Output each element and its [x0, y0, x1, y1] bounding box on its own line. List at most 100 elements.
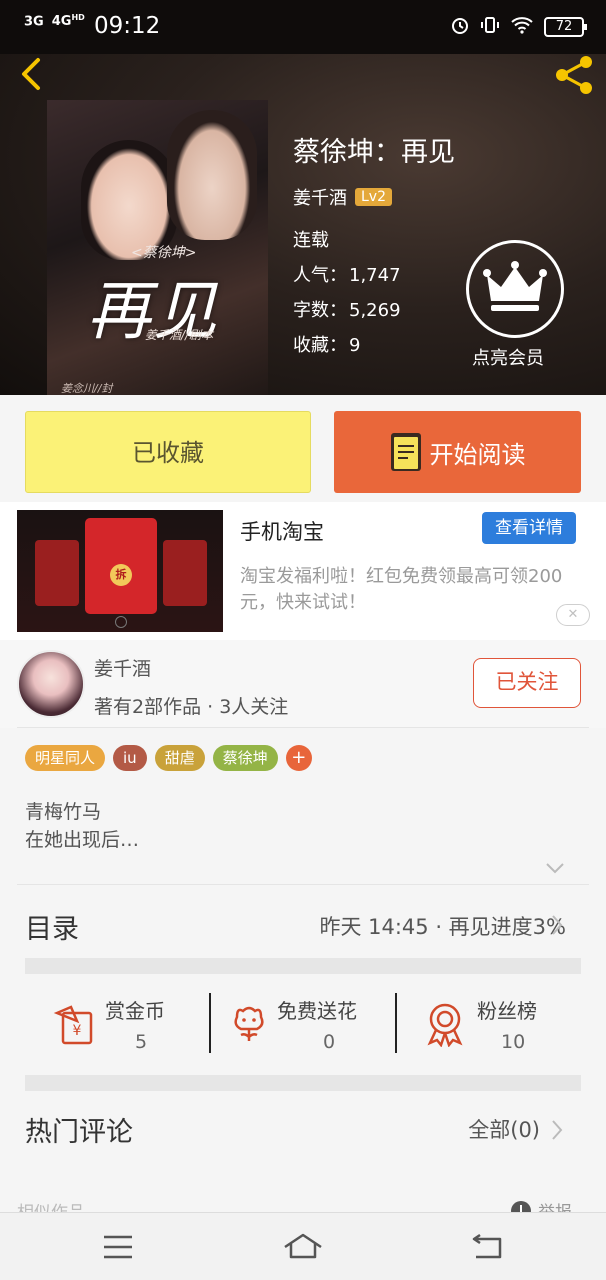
ad-open-badge: 拆 — [110, 564, 132, 586]
book-title: 蔡徐坤：再见 — [293, 137, 455, 168]
follow-button[interactable]: 已关注 — [473, 658, 581, 708]
reward-coins-label: 赏金币 — [105, 999, 165, 1023]
share-icon — [556, 56, 592, 94]
clock: 09:12 — [94, 13, 161, 39]
network-indicator: 3G 4GHD — [24, 13, 85, 29]
network-4g-label: 4G — [51, 14, 72, 30]
avatar[interactable] — [17, 650, 85, 718]
battery-indicator: 72 — [544, 17, 587, 37]
vip-button[interactable] — [466, 240, 564, 338]
wifi-icon — [510, 15, 534, 39]
book-author[interactable]: 姜千酒 — [293, 184, 347, 210]
network-hd-label: HD — [71, 13, 85, 22]
word-count-label: 字数： — [293, 300, 347, 321]
start-reading-button[interactable]: 开始阅读 — [334, 411, 581, 493]
reward-coins-button[interactable]: ¥ 赏金币 5 — [25, 987, 210, 1057]
svg-text:¥: ¥ — [73, 1023, 82, 1039]
section-separator — [25, 958, 581, 974]
author-stats: 著有2部作品 · 3人关注 — [94, 696, 289, 718]
back-arrow-icon — [22, 58, 40, 90]
home-button[interactable] — [281, 1229, 325, 1265]
system-nav-bar — [0, 1212, 606, 1280]
expand-intro-button[interactable] — [545, 860, 565, 879]
fan-ranking-label: 粉丝榜 — [477, 999, 537, 1023]
popularity-stat: 人气： 1,747 — [293, 261, 401, 287]
word-count-stat: 字数： 5,269 — [293, 296, 401, 322]
chevron-right-icon — [552, 915, 563, 935]
book-author-row: 姜千酒 Lv2 — [293, 184, 392, 210]
popularity-value: 1,747 — [349, 265, 401, 286]
cover-figure-2 — [167, 110, 257, 240]
intro-line: 青梅竹马 — [25, 801, 102, 823]
vibrate-icon — [480, 15, 500, 39]
author-card[interactable]: 姜千酒 著有2部作品 · 3人关注 已关注 — [0, 640, 606, 728]
book-intro[interactable]: 青梅竹马 在她出现后… — [25, 798, 139, 854]
hot-comments-title: 热门评论 — [25, 1117, 133, 1148]
status-bar: 3G 4GHD 09:12 72 — [0, 0, 606, 54]
fan-ranking-value: 10 — [501, 1031, 526, 1053]
ad-card-left — [35, 540, 79, 606]
cover-credit-2: 姜念川//封 — [61, 382, 113, 395]
table-of-contents-row[interactable]: 目录 昨天 14:45 · 再见进度3% — [0, 895, 606, 957]
book-header: 3G 4GHD 09:12 72 <蔡徐坤> 再见 姜千酒//剧本 姜念川//封… — [0, 0, 606, 395]
intro-line: 在她出现后… — [25, 829, 140, 851]
status-icons: 72 — [450, 15, 587, 39]
flower-icon — [234, 1006, 264, 1041]
network-3g-label: 3G — [24, 14, 44, 30]
favorites-label: 收藏： — [293, 335, 347, 356]
ad-image-close-icon — [115, 616, 127, 628]
ad-card-right — [163, 540, 207, 606]
ad-banner[interactable]: 拆 手机淘宝 查看详情 淘宝发福利啦！红包免费领最高可领200元，快来试试！ ✕ — [0, 502, 606, 640]
coin-envelope-icon: ¥ — [53, 1005, 93, 1045]
popularity-label: 人气： — [293, 265, 347, 286]
send-flower-value: 0 — [323, 1031, 336, 1053]
menu-icon — [104, 1235, 132, 1259]
toc-title: 目录 — [25, 914, 79, 945]
ad-image[interactable]: 拆 — [17, 510, 223, 632]
ad-description: 淘宝发福利啦！红包免费领最高可领200元，快来试试！ — [240, 566, 563, 613]
home-icon — [284, 1233, 322, 1259]
reward-coins-value: 5 — [135, 1031, 148, 1053]
add-tag-button[interactable]: + — [285, 745, 312, 771]
medal-icon — [427, 1003, 463, 1047]
chevron-down-icon — [546, 863, 564, 874]
rewards-bar: ¥ 赏金币 5 免费送花 0 粉丝榜 10 — [25, 987, 581, 1063]
chevron-right-icon — [552, 1120, 563, 1140]
author-name: 姜千酒 — [94, 658, 152, 680]
send-flower-button[interactable]: 免费送花 0 — [211, 987, 396, 1057]
send-flower-label: 免费送花 — [277, 999, 357, 1023]
menu-button[interactable] — [96, 1229, 140, 1265]
favorited-button[interactable]: 已收藏 — [25, 411, 311, 493]
favorites-value: 9 — [349, 335, 361, 356]
tag-item[interactable]: 明星同人 — [25, 745, 106, 771]
favorites-stat: 收藏： 9 — [293, 331, 360, 357]
ad-close-button[interactable]: ✕ — [556, 604, 590, 626]
alarm-icon — [450, 15, 470, 39]
cover-credit: 姜千酒//剧本 — [145, 328, 214, 342]
toc-meta: 昨天 14:45 · 再见进度3% — [319, 915, 566, 939]
divider — [17, 727, 589, 728]
start-reading-label: 开始阅读 — [429, 440, 526, 469]
book-status: 连载 — [293, 230, 329, 251]
back-button[interactable] — [14, 56, 50, 92]
ad-detail-button[interactable]: 查看详情 — [482, 512, 576, 544]
author-level-badge: Lv2 — [355, 188, 392, 206]
tag-list: 明星同人 iu 甜虐 蔡徐坤 + — [25, 745, 312, 771]
book-cover[interactable]: <蔡徐坤> 再见 姜千酒//剧本 姜念川//封 — [47, 100, 268, 395]
hot-comments-row[interactable]: 热门评论 全部(0) — [0, 1100, 606, 1160]
ad-title: 手机淘宝 — [240, 520, 324, 544]
word-count-value: 5,269 — [349, 300, 401, 321]
tag-item[interactable]: iu — [113, 745, 147, 771]
vip-label: 点亮会员 — [472, 348, 544, 369]
fan-ranking-button[interactable]: 粉丝榜 10 — [397, 987, 581, 1057]
return-icon — [472, 1233, 502, 1259]
system-back-button[interactable] — [466, 1229, 510, 1265]
share-button[interactable] — [552, 54, 596, 96]
tag-item[interactable]: 蔡徐坤 — [212, 745, 278, 771]
section-separator — [25, 1075, 581, 1091]
book-icon — [390, 433, 421, 471]
tag-item[interactable]: 甜虐 — [154, 745, 205, 771]
all-comments-link[interactable]: 全部(0) — [468, 1114, 540, 1144]
divider — [17, 884, 589, 885]
crown-icon — [483, 261, 547, 311]
